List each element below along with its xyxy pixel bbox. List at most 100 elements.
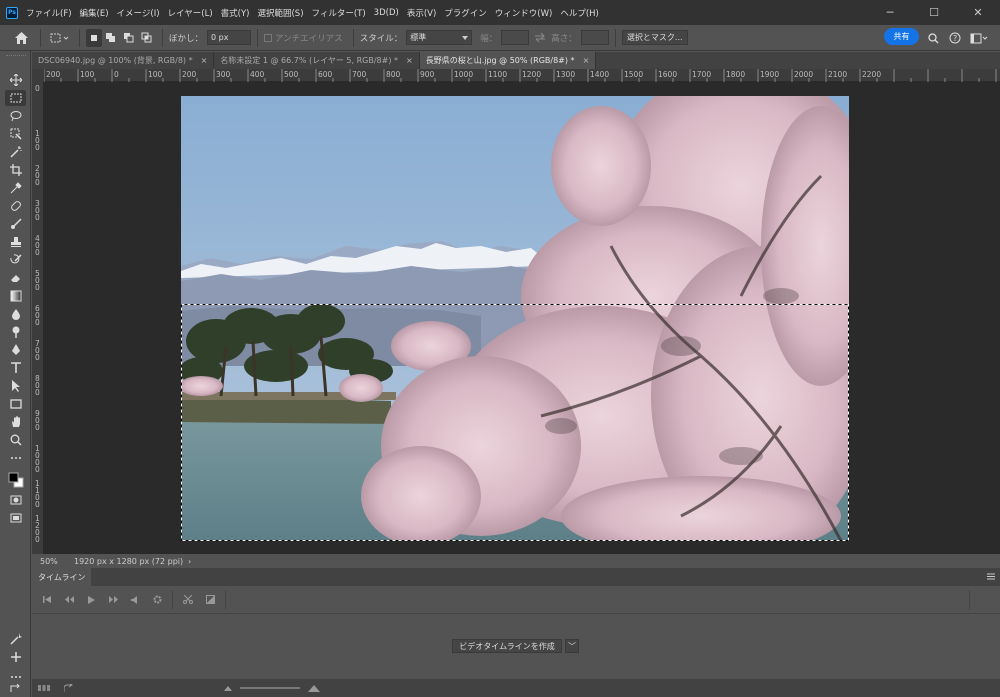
tab-close-icon[interactable]: × (406, 56, 413, 65)
clone-stamp-tool[interactable] (5, 234, 26, 250)
ruler-label: 6 0 0 (35, 304, 40, 327)
magic-wand-tool[interactable] (5, 144, 26, 160)
photoshop-logo-icon: Ps (6, 6, 18, 19)
menu-help[interactable]: ヘルプ(H) (560, 7, 599, 19)
zoom-in-mountain-icon[interactable] (308, 684, 320, 692)
horizontal-ruler[interactable]: 200 100 0 100 200 300 400 500 600 700 80… (44, 69, 1000, 82)
split-button[interactable] (177, 595, 199, 604)
ruler-label: 1900 (760, 70, 780, 79)
menu-edit[interactable]: 編集(E) (80, 7, 109, 19)
timeline-type-dropdown[interactable]: ﹀ (565, 639, 579, 653)
ruler-label: 1 2 0 0 (35, 514, 40, 544)
move-tool[interactable] (5, 72, 26, 88)
ruler-origin[interactable] (32, 69, 44, 82)
share-button[interactable]: 共有 (884, 28, 919, 45)
intersect-selection-button[interactable] (138, 29, 156, 47)
transition-button[interactable] (199, 595, 221, 604)
rectangle-tool[interactable] (5, 396, 26, 412)
crop-icon (9, 164, 22, 176)
lasso-tool[interactable] (5, 108, 26, 124)
tab-close-icon[interactable]: × (201, 56, 208, 65)
history-brush-tool[interactable] (5, 252, 26, 268)
edit-toolbar-button[interactable] (5, 450, 26, 466)
zoom-tool[interactable] (5, 432, 26, 448)
settings-button[interactable] (146, 595, 168, 604)
menu-filter[interactable]: フィルター(T) (312, 7, 366, 19)
next-frame-button[interactable] (102, 596, 124, 603)
antialias-checkbox[interactable] (264, 33, 273, 42)
antialias-label: アンチエイリアス (275, 33, 343, 44)
width-input[interactable] (501, 30, 530, 45)
brush-tool[interactable] (5, 216, 26, 232)
hand-tool[interactable] (5, 414, 26, 430)
extra-tool-4[interactable] (5, 681, 26, 697)
zoom-level[interactable]: 50% (40, 557, 74, 566)
audio-button[interactable] (124, 595, 146, 604)
render-video-icon[interactable] (64, 684, 74, 692)
extra-tool-2[interactable] (5, 649, 26, 665)
minimize-button[interactable]: ─ (868, 0, 912, 25)
menu-plugins[interactable]: プラグイン (444, 7, 487, 19)
panel-menu-icon[interactable] (987, 573, 995, 580)
tab-close-icon[interactable]: × (583, 56, 590, 65)
dodge-tool[interactable] (5, 324, 26, 340)
prev-frame-button[interactable] (58, 596, 80, 603)
object-selection-tool[interactable] (5, 126, 26, 142)
menu-layer[interactable]: レイヤー(L) (168, 7, 213, 19)
eraser-tool[interactable] (5, 270, 26, 286)
crop-tool[interactable] (5, 162, 26, 178)
add-selection-button[interactable] (102, 29, 120, 47)
ruler-label: 0 (114, 70, 119, 79)
menu-3d[interactable]: 3D(D) (374, 8, 399, 18)
select-and-mask-button[interactable]: 選択とマスク... (621, 30, 688, 45)
extra-tool-1[interactable] (5, 631, 26, 647)
color-swatches[interactable] (5, 472, 26, 488)
close-window-button[interactable]: ✕ (956, 0, 1000, 25)
gradient-tool[interactable] (5, 288, 26, 304)
marquee-preset-button[interactable] (47, 29, 73, 47)
help-button[interactable]: ? (947, 29, 963, 47)
doc-tab-2[interactable]: 名称未設定 1 @ 66.7% (レイヤー 5, RGB/8#) * × (214, 52, 420, 69)
menu-view[interactable]: 表示(V) (407, 7, 436, 19)
workspace-button[interactable] (968, 29, 990, 47)
play-button[interactable] (80, 595, 102, 604)
new-selection-button[interactable] (86, 28, 102, 47)
brush-icon (10, 218, 22, 229)
doc-tab-1[interactable]: DSC06940.jpg @ 100% (背景, RGB/8) * × (32, 52, 215, 69)
pen-tool[interactable] (5, 342, 26, 358)
maximize-button[interactable]: ☐ (912, 0, 956, 25)
doc-tab-3-active[interactable]: 長野県の桜と山.jpg @ 50% (RGB/8#) * × (419, 52, 597, 69)
type-tool[interactable] (5, 360, 26, 376)
rectangular-marquee-tool[interactable] (5, 90, 26, 106)
subtract-selection-button[interactable] (120, 29, 138, 47)
tab-timeline[interactable]: タイムライン (32, 568, 92, 586)
height-input[interactable] (580, 30, 609, 45)
timeline-zoom-slider[interactable] (240, 687, 300, 689)
swap-dimensions-button[interactable] (529, 29, 551, 47)
menu-file[interactable]: ファイル(F) (26, 7, 72, 19)
ruler-label: 200 (182, 70, 197, 79)
convert-frames-icon[interactable] (38, 685, 50, 691)
go-first-frame-button[interactable] (36, 596, 58, 603)
toolbar-grip[interactable] (6, 55, 26, 59)
menu-window[interactable]: ウィンドウ(W) (495, 7, 553, 19)
spot-healing-tool[interactable] (5, 198, 26, 214)
menu-type[interactable]: 書式(Y) (221, 7, 250, 19)
style-dropdown[interactable]: 標準 (406, 30, 473, 45)
home-button[interactable] (8, 29, 34, 47)
eyedropper-tool[interactable] (5, 180, 26, 196)
zoom-out-mountain-icon[interactable] (224, 685, 232, 691)
canvas-area[interactable] (44, 82, 1000, 554)
vertical-ruler[interactable]: 0 1 0 0 2 0 0 3 0 0 4 0 0 5 0 0 6 0 0 7 … (32, 82, 44, 554)
quick-mask-button[interactable] (5, 492, 26, 508)
document-image[interactable] (181, 96, 849, 541)
menu-image[interactable]: イメージ(I) (117, 7, 160, 19)
status-menu-arrow-icon[interactable]: › (188, 557, 191, 566)
path-selection-tool[interactable] (5, 378, 26, 394)
create-video-timeline-button[interactable]: ビデオタイムラインを作成 (452, 639, 562, 653)
feather-input[interactable]: 0 px (207, 30, 252, 45)
screen-mode-button[interactable] (5, 510, 26, 526)
menu-select[interactable]: 選択範囲(S) (257, 7, 303, 19)
search-button[interactable] (925, 29, 941, 47)
blur-tool[interactable] (5, 306, 26, 322)
